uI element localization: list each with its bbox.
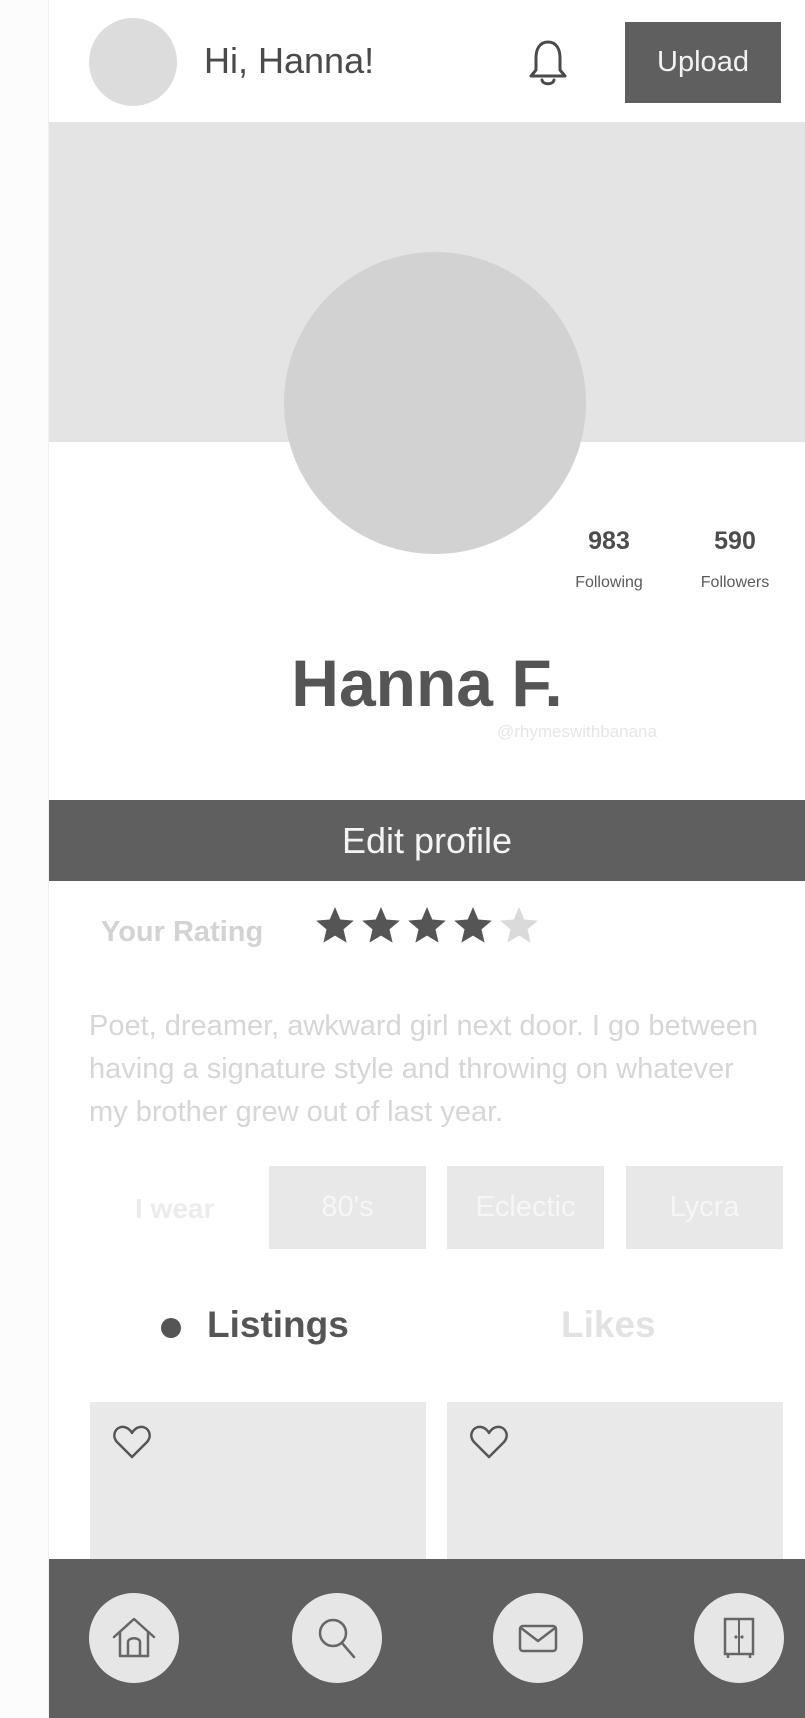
star-filled-icon[interactable] [406,904,448,946]
edit-profile-button[interactable]: Edit profile [49,800,805,881]
left-margin [0,0,49,1718]
mail-icon[interactable] [493,1593,583,1683]
star-empty-icon[interactable] [498,904,540,946]
heart-icon[interactable] [112,1424,152,1460]
style-tag[interactable]: Eclectic [447,1166,604,1249]
followers-label: Followers [700,574,770,591]
search-icon[interactable] [292,1593,382,1683]
style-tag[interactable]: 80's [269,1166,426,1249]
profile-handle: @rhymeswithbanana [497,722,657,741]
active-tab-indicator [161,1318,181,1338]
profile-bio: Poet, dreamer, awkward girl next door. I… [89,1010,758,1128]
user-avatar[interactable] [89,18,177,106]
heart-icon[interactable] [469,1424,509,1460]
following-count: 983 [588,527,630,555]
followers-stat[interactable]: 590 Followers [685,527,785,592]
following-stat[interactable]: 983 Following [559,527,659,592]
style-tag[interactable]: Lycra [626,1166,783,1249]
following-label: Following [575,574,643,591]
profile-avatar[interactable] [284,252,586,554]
bell-icon[interactable] [527,38,569,88]
star-filled-icon[interactable] [452,904,494,946]
greeting-text: Hi, Hanna! [204,40,375,81]
bottom-navigation [49,1559,805,1718]
profile-screen: Hi, Hanna! Upload 983 Following 590 Foll… [49,0,805,1718]
rating-label: Your Rating [101,916,264,948]
rating-stars[interactable] [314,904,540,946]
tab-listings[interactable]: Listings [207,1304,349,1346]
followers-count: 590 [714,527,756,555]
closet-icon[interactable] [694,1593,784,1683]
upload-button[interactable]: Upload [625,22,781,103]
home-icon[interactable] [89,1593,179,1683]
tab-likes[interactable]: Likes [561,1304,656,1346]
star-filled-icon[interactable] [314,904,356,946]
star-filled-icon[interactable] [360,904,402,946]
style-label: I wear [135,1193,215,1224]
profile-name: Hanna F. [291,646,563,720]
top-bar: Hi, Hanna! Upload [49,0,805,122]
